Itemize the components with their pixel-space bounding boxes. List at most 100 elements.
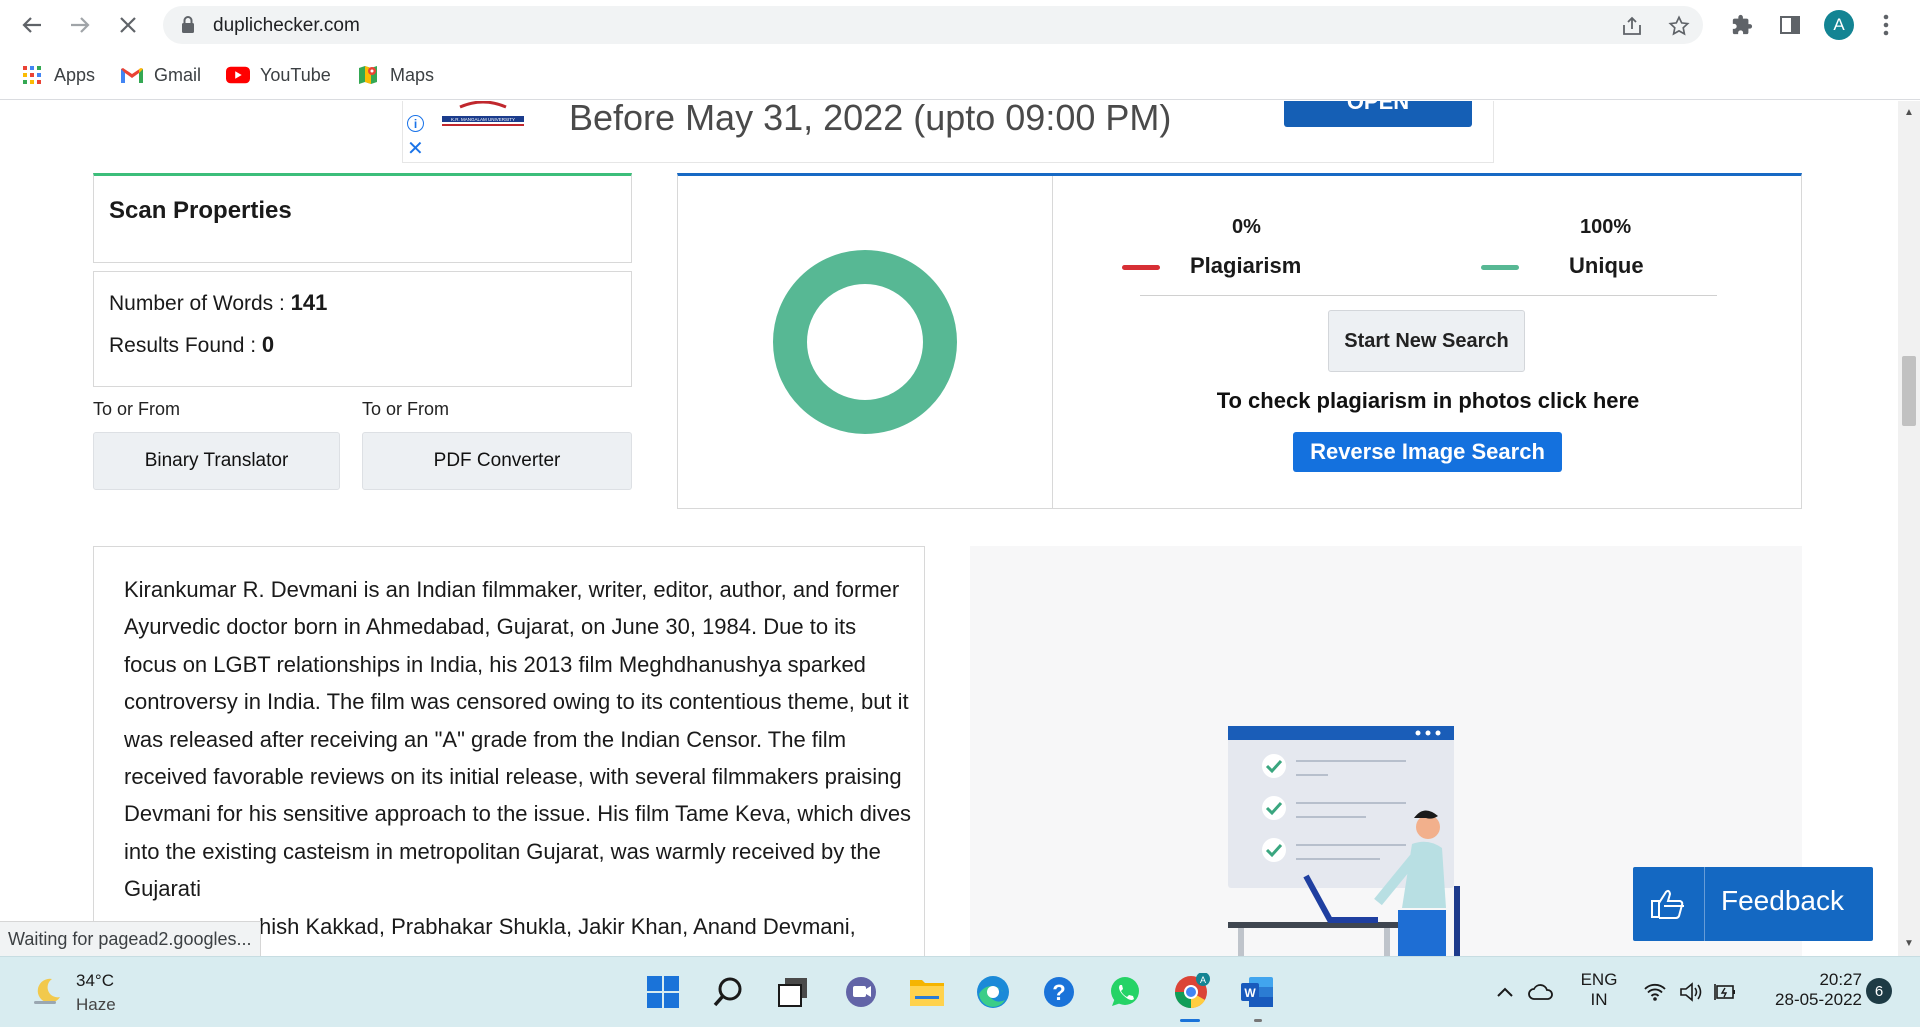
- region-code: IN: [1590, 990, 1608, 1009]
- web-page: i ✕ K.R. MANGALAM UNIVERSITY Before May …: [0, 101, 1898, 956]
- unique-percent: 100%: [1580, 216, 1632, 238]
- ad-close-icon[interactable]: ✕: [407, 139, 424, 159]
- photo-check-text: To check plagiarism in photos click here: [1216, 388, 1640, 413]
- lock-icon: [182, 16, 194, 33]
- battery-charging-icon[interactable]: [1710, 969, 1740, 1015]
- unique-label: Unique: [1569, 253, 1644, 278]
- get-help-icon[interactable]: ?: [1036, 969, 1082, 1015]
- onedrive-cloud-icon[interactable]: [1524, 969, 1558, 1015]
- clock-date: 28-05-2022: [1775, 990, 1862, 1009]
- scan-properties-title: Scan Properties: [109, 197, 292, 224]
- result-panel: 0% Plagiarism 100% Unique Start New Sear…: [677, 173, 1802, 509]
- volume-icon[interactable]: [1676, 969, 1706, 1015]
- reverse-image-search-button[interactable]: Reverse Image Search: [1293, 432, 1562, 472]
- share-icon[interactable]: [1619, 13, 1645, 39]
- ad-info-icon[interactable]: i: [407, 115, 424, 132]
- language-code: ENG: [1580, 970, 1618, 989]
- back-icon[interactable]: [16, 9, 48, 41]
- plagiarism-legend-swatch: [1122, 265, 1160, 270]
- loading-status: Waiting for pagead2.googles...: [0, 921, 261, 956]
- word-count-value: 141: [290, 290, 328, 315]
- clock[interactable]: 20:27 28-05-2022: [1758, 970, 1862, 1010]
- plagiarism-label: Plagiarism: [1190, 253, 1302, 278]
- university-logo: K.R. MANGALAM UNIVERSITY: [440, 101, 526, 129]
- checked-text-body: Kirankumar R. Devmani is an Indian filmm…: [124, 577, 912, 902]
- edge-browser-icon[interactable]: [970, 969, 1016, 1015]
- ad-headline[interactable]: Before May 31, 2022 (upto 09:00 PM): [569, 101, 1171, 136]
- address-bar[interactable]: duplichecker.com: [163, 6, 1703, 44]
- windows-taskbar: 34°C Haze ? A W ENG IN 20:27 28-05-2022 …: [0, 956, 1920, 1027]
- scan-properties-header: Scan Properties: [93, 173, 632, 263]
- teams-chat-icon[interactable]: [838, 969, 884, 1015]
- bookmark-maps[interactable]: Maps: [356, 62, 434, 88]
- browser-toolbar: duplichecker.com A: [0, 0, 1920, 50]
- word-icon[interactable]: W: [1234, 969, 1280, 1015]
- forward-icon[interactable]: [64, 9, 96, 41]
- checked-text-box[interactable]: Kirankumar R. Devmani is an Indian filmm…: [93, 546, 925, 956]
- scrollbar-thumb[interactable]: [1902, 356, 1916, 426]
- scan-stats: Number of Words : 141 Results Found : 0: [93, 271, 632, 387]
- clock-time: 20:27: [1819, 970, 1862, 989]
- pdf-converter-button[interactable]: PDF Converter: [362, 432, 632, 490]
- url-text[interactable]: duplichecker.com: [213, 15, 360, 37]
- results-found-label: Results Found :: [109, 334, 262, 357]
- bookmark-label: Maps: [390, 64, 435, 85]
- unique-ring: [773, 250, 957, 434]
- checklist-illustration: [1228, 726, 1460, 956]
- menu-kebab-icon[interactable]: [1870, 9, 1902, 41]
- whatsapp-icon[interactable]: [1102, 969, 1148, 1015]
- youtube-icon: [226, 65, 250, 85]
- wifi-icon[interactable]: [1640, 969, 1670, 1015]
- feedback-icon: [1633, 867, 1705, 941]
- maps-icon: [356, 65, 380, 85]
- search-icon[interactable]: [706, 969, 752, 1015]
- plagiarism-donut-chart: [773, 250, 957, 434]
- bookmark-star-icon[interactable]: [1666, 13, 1692, 39]
- results-found: Results Found : 0: [109, 332, 274, 358]
- ad-open-button[interactable]: OPEN: [1284, 101, 1472, 127]
- tool-caption: To or From: [362, 399, 450, 419]
- apps-grid-icon: [20, 65, 44, 85]
- notification-badge[interactable]: 6: [1866, 978, 1892, 1004]
- chrome-active-indicator: [1180, 1019, 1200, 1022]
- weather-condition: Haze: [76, 995, 116, 1014]
- word-count: Number of Words : 141: [109, 290, 327, 316]
- svg-text:?: ?: [1052, 980, 1065, 1005]
- extensions-icon[interactable]: [1726, 9, 1758, 41]
- task-view-icon[interactable]: [770, 969, 816, 1015]
- chrome-icon[interactable]: A: [1168, 969, 1214, 1015]
- binary-translator-button[interactable]: Binary Translator: [93, 432, 340, 490]
- scroll-up-arrow-icon[interactable]: ▲: [1904, 107, 1914, 118]
- stop-loading-icon[interactable]: [112, 9, 144, 41]
- bookmark-gmail[interactable]: Gmail: [120, 62, 201, 88]
- start-windows-icon[interactable]: [640, 969, 686, 1015]
- bookmark-youtube[interactable]: YouTube: [226, 62, 331, 88]
- side-panel-icon[interactable]: [1774, 9, 1806, 41]
- temperature: 34°C: [76, 971, 114, 990]
- start-new-search-button[interactable]: Start New Search: [1328, 310, 1525, 372]
- word-count-label: Number of Words :: [109, 292, 291, 315]
- panel-divider: [1052, 176, 1053, 509]
- bookmark-apps[interactable]: Apps: [20, 62, 95, 88]
- page-scrollbar[interactable]: ▲ ▼: [1898, 101, 1920, 956]
- scroll-down-arrow-icon[interactable]: ▼: [1904, 938, 1914, 949]
- file-explorer-icon[interactable]: [904, 969, 950, 1015]
- show-hidden-icons-chevron-icon[interactable]: [1490, 969, 1520, 1015]
- feedback-button[interactable]: Feedback: [1633, 867, 1873, 941]
- language-indicator[interactable]: ENG IN: [1576, 970, 1622, 1010]
- feedback-label: Feedback: [1721, 885, 1844, 916]
- unique-legend-swatch: [1481, 265, 1519, 270]
- svg-text:A: A: [1200, 975, 1206, 985]
- profile-avatar[interactable]: A: [1824, 10, 1854, 40]
- svg-text:W: W: [1244, 986, 1256, 1000]
- bookmarks-bar: Apps Gmail YouTube Maps: [0, 50, 1920, 100]
- legend-divider: [1140, 295, 1717, 296]
- checked-text: Kirankumar R. Devmani is an Indian filmm…: [124, 571, 914, 945]
- moon-haze-icon: [34, 978, 60, 1004]
- plagiarism-percent: 0%: [1232, 216, 1261, 238]
- bookmark-label: Apps: [54, 64, 96, 85]
- ad-banner[interactable]: i ✕ K.R. MANGALAM UNIVERSITY Before May …: [402, 101, 1494, 163]
- svg-text:K.R. MANGALAM UNIVERSITY: K.R. MANGALAM UNIVERSITY: [451, 117, 515, 122]
- word-open-indicator: [1254, 1019, 1262, 1022]
- bookmark-label: YouTube: [260, 64, 331, 85]
